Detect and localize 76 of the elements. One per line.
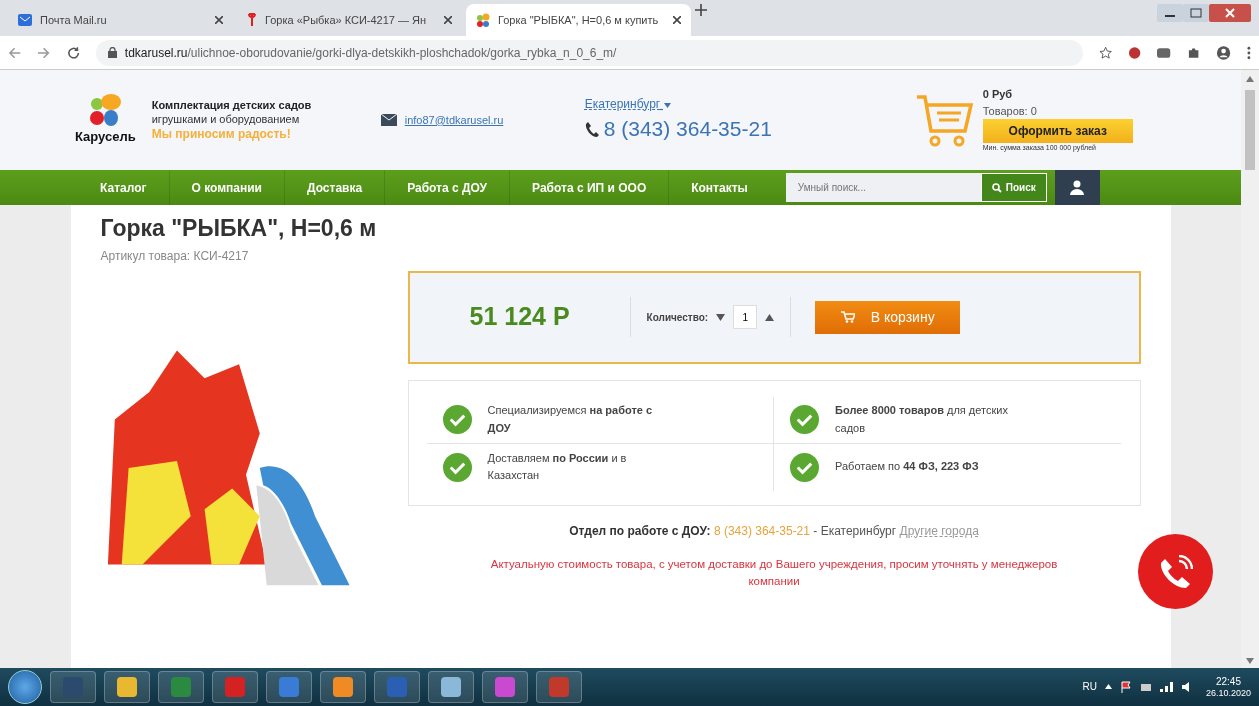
profile-icon[interactable]: [1216, 44, 1232, 61]
tab-favicon-icon: [476, 13, 490, 27]
other-cities-link[interactable]: Другие города: [899, 523, 979, 538]
quantity-label: Количество:: [646, 310, 709, 325]
lock-icon: [107, 47, 117, 58]
language-indicator[interactable]: RU: [1082, 679, 1097, 695]
close-icon[interactable]: [444, 16, 452, 24]
feature-text: Более 8000 товаров для детских садов: [835, 403, 1009, 436]
forward-icon[interactable]: [37, 45, 51, 60]
minimize-icon[interactable]: [1157, 4, 1183, 22]
feature-text: Работаем по 44 ФЗ, 223 ФЗ: [835, 459, 979, 475]
add-to-cart-button[interactable]: В корзину: [815, 300, 961, 334]
extension-icon[interactable]: [1128, 45, 1142, 60]
envelope-icon: [380, 114, 397, 126]
user-account-button[interactable]: [1054, 170, 1100, 205]
browser-tab[interactable]: Горка «Рыбка» КСИ-4217 — Ян: [237, 4, 462, 36]
user-icon: [1070, 180, 1085, 195]
start-button[interactable]: [8, 670, 42, 704]
star-icon[interactable]: [1098, 45, 1113, 60]
price-notice: Актуальную стоимость товара, с учетом доставки до Вашего учреждения, просим уточнять у менеджеров компании: [489, 556, 1059, 590]
new-tab-icon[interactable]: [695, 4, 707, 16]
cart-total: 0 Руб: [982, 87, 1014, 103]
tray-arrow-icon[interactable]: [1104, 684, 1112, 690]
slogan: Мы приносим радость!: [151, 126, 292, 143]
check-icon: [442, 452, 472, 482]
close-icon[interactable]: [673, 16, 681, 24]
taskbar-app-icon[interactable]: [428, 671, 474, 703]
city-selector[interactable]: Екатеринбург: [584, 95, 915, 114]
scrollbar-thumb[interactable]: [1245, 90, 1255, 170]
check-icon: [790, 405, 820, 435]
department-contact: Отдел по работе с ДОУ: 8 (343) 364-35-21 - Екатеринбург Другие города: [568, 522, 980, 540]
checkout-button[interactable]: Оформить заказ: [982, 119, 1133, 144]
caret-icon: [663, 102, 671, 108]
email-link[interactable]: info87@tdkarusel.ru: [404, 111, 504, 129]
check-icon: [442, 405, 472, 435]
scroll-down-icon[interactable]: [1246, 658, 1254, 664]
phone-icon: [584, 120, 600, 138]
search-icon: [991, 182, 1002, 193]
close-icon[interactable]: [215, 16, 223, 24]
scroll-up-icon[interactable]: [1246, 76, 1254, 82]
tagline: Комплектация детских садов: [151, 97, 313, 113]
menu-icon[interactable]: [1247, 45, 1251, 60]
tab-favicon-icon: [247, 13, 257, 27]
clock[interactable]: 22:45 26.10.2020: [1205, 675, 1251, 699]
address-bar[interactable]: tdkarusel.ru/ulichnoe-oborudovanie/gorki-dlya-detskikh-ploshchadok/gorka_rybka_n_0_6_m/: [95, 39, 1083, 66]
browser-tab[interactable]: Горка "РЫБКА", Н=0,6 м купить: [466, 4, 691, 36]
feature-text: Специализируемся на работе с ДОУ: [487, 403, 654, 436]
check-icon: [790, 452, 820, 482]
taskbar-app-icon[interactable]: [320, 671, 366, 703]
product-price: 51 124 Р: [468, 301, 571, 333]
signal-icon[interactable]: [1159, 682, 1174, 692]
cart-count: Товаров: 0: [982, 103, 1038, 119]
search-field[interactable]: Умный поиск...: [785, 173, 981, 202]
tab-favicon-icon: [18, 14, 32, 26]
back-icon[interactable]: [8, 45, 22, 60]
increase-icon[interactable]: [765, 313, 775, 321]
reload-icon[interactable]: [66, 45, 80, 60]
search-button[interactable]: Поиск: [980, 173, 1047, 202]
taskbar-app-icon[interactable]: [104, 671, 150, 703]
speaker-icon[interactable]: [1181, 682, 1190, 692]
tagline: игрушками и оборудованием: [151, 112, 301, 127]
phone-icon: [1158, 554, 1193, 589]
quantity-field[interactable]: 1: [733, 305, 758, 330]
browser-tab[interactable]: Почта Mail.ru: [8, 4, 233, 36]
product-sku: Артикул товара: КСИ-4217: [100, 247, 250, 265]
extension-icon[interactable]: [1157, 47, 1171, 58]
phone-number: 8 (343) 364-35-21: [603, 116, 772, 143]
decrease-icon[interactable]: [716, 313, 726, 321]
url-text: tdkarusel.ru/ulichnoe-oborudovanie/gorki-dlya-detskikh-ploshchadok/gorka_rybka_n_0_6_m/: [124, 44, 617, 62]
flag-icon[interactable]: [1119, 681, 1132, 693]
close-icon[interactable]: [1209, 4, 1251, 22]
product-title: Горка "РЫБКА", Н=0,6 м: [100, 215, 378, 243]
feature-text: Доставляем по России и в Казахстан: [487, 450, 628, 484]
nav-link[interactable]: Каталог: [78, 170, 169, 205]
cart-icon: [840, 311, 855, 324]
site-logo[interactable]: Карусель: [75, 93, 136, 147]
